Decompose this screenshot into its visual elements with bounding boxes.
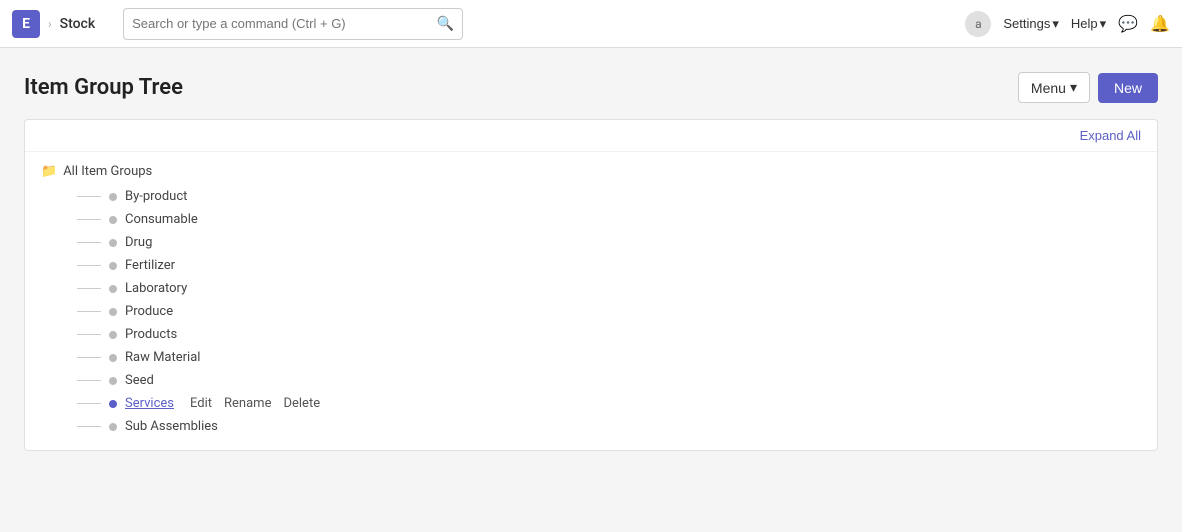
search-icon: 🔍 [437,16,454,32]
settings-chevron-icon: ▾ [1052,16,1059,32]
tree-dot [109,377,117,385]
tree-item-label: Products [125,327,177,342]
tree-item: Products [77,323,1141,346]
tree-connector-line [77,357,101,358]
tree-item: Seed [77,369,1141,392]
folder-icon: 📁 [41,164,57,179]
settings-button[interactable]: Settings ▾ [1003,16,1059,32]
breadcrumb-chevron: › [48,17,52,31]
tree-dot [109,285,117,293]
tree-connector-line [77,403,101,404]
tree-dot [109,331,117,339]
tree-card: Expand All 📁 All Item Groups By-product C… [24,119,1158,451]
app-icon[interactable]: E [12,10,40,38]
context-rename[interactable]: Rename [224,396,271,411]
tree-item: By-product [77,185,1141,208]
tree-connector-line [77,219,101,220]
tree-item-label: Consumable [125,212,198,227]
tree-connector-line [77,265,101,266]
tree-item: Sub Assemblies [77,415,1141,438]
context-edit[interactable]: Edit [190,396,212,411]
tree-dot [109,423,117,431]
bell-icon[interactable]: 🔔 [1150,14,1170,34]
tree-item-label: Seed [125,373,154,388]
tree-item-label: Drug [125,235,152,250]
tree-item-label: By-product [125,189,187,204]
tree-children: By-product Consumable Drug Fertilizer Labora… [77,185,1141,438]
tree-connector-line [77,334,101,335]
tree-dot [109,193,117,201]
tree-dot [109,239,117,247]
tree-dot [109,308,117,316]
module-label: Stock [60,16,96,32]
tree-item-label: Sub Assemblies [125,419,218,434]
tree-item: Consumable [77,208,1141,231]
tree-item: Produce [77,300,1141,323]
tree-item: Drug [77,231,1141,254]
expand-all-button[interactable]: Expand All [1080,128,1141,143]
tree-item: Laboratory [77,277,1141,300]
tree-item-label: Produce [125,304,173,319]
tree-item: Raw Material [77,346,1141,369]
tree-item-label[interactable]: Services [125,396,174,411]
tree-connector-line [77,288,101,289]
tree-dot [109,354,117,362]
tree-dot [109,400,117,408]
tree-item: Fertilizer [77,254,1141,277]
avatar: a [965,11,991,37]
help-button[interactable]: Help ▾ [1071,16,1106,32]
tree-item-label: Fertilizer [125,258,175,273]
tree-dot [109,262,117,270]
menu-button[interactable]: Menu ▾ [1018,72,1090,103]
tree-connector-line [77,311,101,312]
context-delete[interactable]: Delete [283,396,320,411]
menu-chevron-icon: ▾ [1070,79,1077,96]
tree-dot [109,216,117,224]
tree-root: 📁 All Item Groups [41,164,1141,179]
tree-connector-line [77,426,101,427]
search-input[interactable] [132,16,431,31]
tree-item: Services Edit Rename Delete [77,392,1141,415]
tree-connector-line [77,380,101,381]
tree-item-label: Raw Material [125,350,200,365]
search-box: 🔍 [123,8,463,40]
tree-connector-line [77,242,101,243]
help-chevron-icon: ▾ [1100,16,1107,32]
page-title: Item Group Tree [24,75,183,100]
new-button[interactable]: New [1098,73,1158,103]
chat-icon[interactable]: 💬 [1118,14,1138,34]
tree-connector-line [77,196,101,197]
tree-item-label: Laboratory [125,281,187,296]
context-menu: Edit Rename Delete [190,396,320,411]
